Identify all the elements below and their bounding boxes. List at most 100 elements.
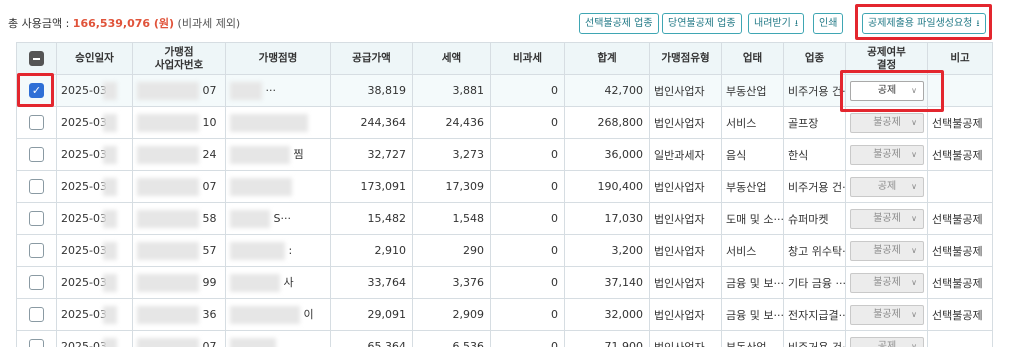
cell-merchant: S··· <box>225 202 331 235</box>
deduct-select[interactable]: 공제 ∨ <box>850 336 924 347</box>
table-row[interactable]: 2025-03 99 사 33,764 3,376 0 37,140 법인사업자 금융 및 … <box>16 266 993 299</box>
cell-nontax: 0 <box>490 202 565 235</box>
table-row[interactable]: 2025-03 07 173,091 17,309 0 190,400 법인사업자 부동산… <box>16 170 993 203</box>
top-bar: 총 사용금액 : 166,539,076 (원) (비과세 제외) 선택불공제 … <box>0 0 1024 40</box>
cell-supply: 244,364 <box>330 106 413 139</box>
cell-supply: 29,091 <box>330 298 413 331</box>
deduct-select[interactable]: 불공제 ∨ <box>850 272 924 293</box>
row-select-cell[interactable] <box>16 298 57 331</box>
select-nondeduct-industry-button[interactable]: 선택불공제 업종 <box>579 13 659 34</box>
cell-merchant-type: 법인사업자 <box>649 266 722 299</box>
deduct-select[interactable]: 불공제 ∨ <box>850 112 924 133</box>
masked-text <box>137 113 199 132</box>
row-select-cell[interactable] <box>16 330 57 347</box>
cell-merchant-type: 법인사업자 <box>649 298 722 331</box>
highlight-first-deduct-select <box>840 70 944 112</box>
row-select-cell[interactable] <box>16 234 57 267</box>
cell-date: 2025-03 <box>56 202 133 235</box>
cell-remark: 선택불공제 <box>927 298 993 331</box>
cell-biz-no: 07 <box>132 74 226 107</box>
cell-deduct: 공제 ∨ <box>845 330 928 347</box>
cell-merchant-type: 법인사업자 <box>649 202 722 235</box>
deduct-select[interactable]: 불공제 ∨ <box>850 144 924 165</box>
cell-supply: 33,764 <box>330 266 413 299</box>
table-row[interactable]: 2025-03 58 S··· 15,482 1,548 0 17,030 법인사업자 도매… <box>16 202 993 235</box>
cell-biz-no: 57 <box>132 234 226 267</box>
table-row[interactable]: 2025-03 36 이 29,091 2,909 0 32,000 법인사업자 금융 및 … <box>16 298 993 331</box>
cell-total: 268,800 <box>564 106 650 139</box>
cell-nontax: 0 <box>490 170 565 203</box>
print-button[interactable]: 인쇄 <box>813 13 844 34</box>
cell-date-text: 2025-03 <box>61 83 107 97</box>
row-checkbox[interactable] <box>29 307 44 322</box>
row-checkbox[interactable] <box>29 147 44 162</box>
masked-text <box>230 81 262 100</box>
row-select-cell[interactable] <box>16 138 57 171</box>
cell-date: 2025-03 <box>56 138 133 171</box>
cell-nontax: 0 <box>490 298 565 331</box>
col-date: 승인일자 <box>56 42 133 75</box>
cell-biz-no: 36 <box>132 298 226 331</box>
cell-date: 2025-03 <box>56 298 133 331</box>
masked-text <box>230 177 292 196</box>
cell-tax: 290 <box>412 234 491 267</box>
col-industry: 업종 <box>783 42 846 75</box>
row-checkbox[interactable] <box>29 275 44 290</box>
cell-date-text: 2025-03 <box>61 275 107 289</box>
table-row[interactable]: 2025-03 07 65,364 6,536 0 71,900 법인사업자 부동산업 비주… <box>16 330 993 347</box>
row-select-cell[interactable] <box>16 202 57 235</box>
cell-supply: 65,364 <box>330 330 413 347</box>
deduct-select[interactable]: 불공제 ∨ <box>850 304 924 325</box>
deduct-select[interactable]: 공제 ∨ <box>850 176 924 197</box>
select-all-cell[interactable] <box>16 42 57 75</box>
cell-date-text: 2025-03 <box>61 307 107 321</box>
cell-biz-no: 07 <box>132 330 226 347</box>
cell-supply: 15,482 <box>330 202 413 235</box>
row-checkbox[interactable] <box>29 339 44 347</box>
masked-text <box>230 305 300 324</box>
col-supply: 공급가액 <box>330 42 413 75</box>
cell-industry: 기타 금융 ··· <box>783 266 846 299</box>
cell-tax: 1,548 <box>412 202 491 235</box>
row-checkbox[interactable] <box>29 115 44 130</box>
deduct-select-value: 불공제 <box>873 244 901 256</box>
cell-industry: 비주거용 건··· <box>783 330 846 347</box>
select-all-checkbox[interactable] <box>29 51 44 66</box>
cell-nontax: 0 <box>490 138 565 171</box>
row-select-cell[interactable] <box>16 106 57 139</box>
cell-business: 금융 및 보··· <box>721 298 784 331</box>
cell-date: 2025-03 <box>56 74 133 107</box>
row-select-cell[interactable] <box>16 266 57 299</box>
total-usage: 총 사용금액 : 166,539,076 (원) (비과세 제외) <box>8 15 240 31</box>
total-usage-amount: 166,539,076 (원) <box>72 17 175 30</box>
masked-text <box>102 305 117 324</box>
cell-tax: 24,436 <box>412 106 491 139</box>
cell-merchant: 이 <box>225 298 331 331</box>
row-checkbox[interactable] <box>29 179 44 194</box>
cell-tax: 2,909 <box>412 298 491 331</box>
col-nontax: 비과세 <box>490 42 565 75</box>
deduct-select[interactable]: 불공제 ∨ <box>850 240 924 261</box>
cell-remark: 선택불공제 <box>927 138 993 171</box>
row-checkbox[interactable] <box>29 243 44 258</box>
cell-industry: 비주거용 건··· <box>783 170 846 203</box>
chevron-down-icon: ∨ <box>911 309 917 319</box>
total-usage-label: 총 사용금액 : <box>8 17 73 30</box>
row-checkbox[interactable] <box>29 211 44 226</box>
cell-business: 부동산업 <box>721 74 784 107</box>
row-select-cell[interactable] <box>16 170 57 203</box>
col-merchant: 가맹점명 <box>225 42 331 75</box>
download-button[interactable]: 내려받기 ⭳ <box>748 13 804 34</box>
table-row[interactable]: 2025-03 57 : 2,910 290 0 3,200 법인사업자 서비스 창고 위수탁… <box>16 234 993 267</box>
cell-biz-no: 58 <box>132 202 226 235</box>
deduct-select[interactable]: 불공제 ∨ <box>850 208 924 229</box>
col-biz-no: 가맹점 사업자번호 <box>132 42 226 75</box>
chevron-down-icon: ∨ <box>911 117 917 127</box>
default-nondeduct-industry-button[interactable]: 당연불공제 업종 <box>662 13 742 34</box>
cell-date: 2025-03 <box>56 234 133 267</box>
cell-merchant-type: 법인사업자 <box>649 330 722 347</box>
cell-tax: 3,881 <box>412 74 491 107</box>
deduct-select-value: 불공제 <box>873 212 901 224</box>
table-row[interactable]: 2025-03 24 찜 32,727 3,273 0 36,000 일반과세자 음식 한식 불… <box>16 138 993 171</box>
print-label: 인쇄 <box>819 18 838 29</box>
